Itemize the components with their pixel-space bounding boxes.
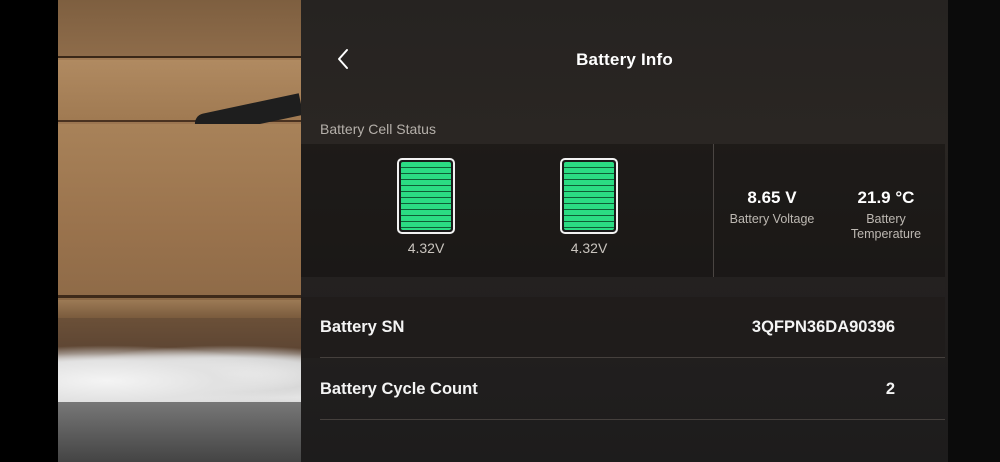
battery-cell-icon (397, 158, 455, 234)
battery-temperature-value: 21.9 °C (857, 188, 915, 207)
battery-cell-fill (401, 162, 451, 230)
battery-voltage-label: Battery Voltage (729, 212, 815, 226)
screen-edge (948, 0, 1000, 462)
cell-status-label: Battery Cell Status (320, 121, 436, 137)
camera-scene-cloud (58, 345, 301, 405)
battery-cell-1: 4.32V (397, 158, 455, 256)
battery-temperature-label-line2: Temperature (850, 227, 922, 241)
battery-cell-2: 4.32V (560, 158, 618, 256)
battery-voltage-value: 8.65 V (747, 188, 797, 207)
cell-voltage: 4.32V (570, 240, 608, 256)
battery-cell-icon (560, 158, 618, 234)
divider (320, 419, 945, 420)
battery-sn-label: Battery SN (320, 318, 405, 336)
battery-sn-value: 3QFPN36DA90396 (751, 318, 895, 336)
battery-sn-row: Battery SN 3QFPN36DA90396 (301, 297, 945, 358)
camera-preview (58, 0, 301, 462)
camera-scene-shadow (58, 402, 301, 462)
battery-cycle-row: Battery Cycle Count 2 (301, 359, 945, 420)
camera-scene-strip (58, 300, 301, 318)
battery-cycle-label: Battery Cycle Count (320, 380, 478, 398)
page-title: Battery Info (576, 50, 673, 69)
divider (713, 144, 714, 277)
cell-voltage: 4.32V (407, 240, 445, 256)
battery-temperature-label-line1: Battery (866, 212, 906, 226)
divider (320, 357, 945, 358)
battery-cycle-value: 2 (885, 380, 895, 398)
battery-cell-fill (564, 162, 614, 230)
battery-temperature-stat: 21.9 °C Battery Temperature (836, 188, 936, 242)
battery-info-panel: Battery Info Battery Cell Status 4.32V 4… (301, 0, 948, 462)
header: Battery Info (301, 0, 948, 118)
battery-temperature-label: Battery Temperature (836, 212, 936, 242)
camera-scene (58, 0, 301, 58)
battery-voltage-stat: 8.65 V Battery Voltage (721, 188, 823, 227)
camera-scene-wood (58, 124, 301, 298)
